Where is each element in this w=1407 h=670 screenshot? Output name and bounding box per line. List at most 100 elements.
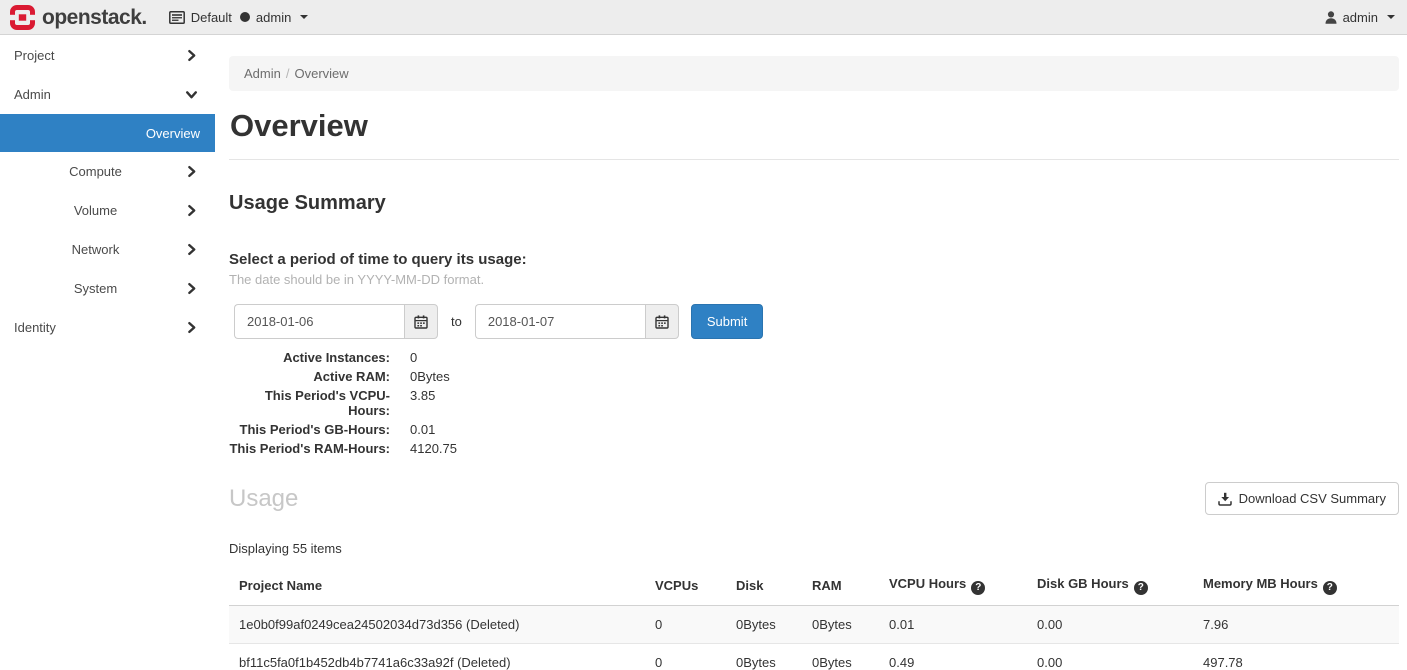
chevron-right-icon	[185, 243, 198, 256]
sidebar-item-overview[interactable]: Overview	[0, 114, 215, 152]
cell-vcpu-hours: 0.49	[879, 643, 1027, 670]
cell-memory-mb-hours: 497.78	[1193, 643, 1399, 670]
sidebar-item-project[interactable]: Project	[0, 36, 215, 75]
sidebar-item-system[interactable]: System	[0, 269, 215, 308]
col-header-ram[interactable]: RAM	[802, 566, 879, 605]
chevron-right-icon	[185, 282, 198, 295]
calendar-icon	[414, 315, 428, 329]
cell-disk: 0Bytes	[726, 643, 802, 670]
calendar-icon	[655, 315, 669, 329]
cell-disk: 0Bytes	[726, 605, 802, 643]
caret-down-icon	[300, 15, 308, 19]
usage-summary-heading: Usage Summary	[229, 192, 1399, 215]
download-icon	[1218, 492, 1232, 506]
stat-value: 0Bytes	[410, 369, 1399, 384]
breadcrumb-current: Overview	[294, 66, 348, 81]
stat-value: 0	[410, 350, 1399, 365]
help-icon[interactable]	[971, 581, 985, 595]
table-header-row: Project Name VCPUs Disk RAM VCPU Hours D…	[229, 566, 1399, 605]
cell-memory-mb-hours: 7.96	[1193, 605, 1399, 643]
chevron-right-icon	[185, 165, 198, 178]
chevron-down-icon	[185, 88, 198, 101]
domain-icon	[169, 11, 185, 24]
sidebar-item-label: Compute	[69, 164, 122, 179]
to-label: to	[451, 314, 462, 329]
cell-disk-gb-hours: 0.00	[1027, 605, 1193, 643]
cell-vcpus: 0	[645, 605, 726, 643]
project-icon	[240, 12, 250, 22]
usage-table: Project Name VCPUs Disk RAM VCPU Hours D…	[229, 566, 1399, 670]
date-from-group	[234, 304, 438, 339]
col-header-vcpus[interactable]: VCPUs	[645, 566, 726, 605]
user-icon	[1325, 11, 1337, 24]
cell-project-name: 1e0b0f99af0249cea24502034d73d356 (Delete…	[229, 605, 645, 643]
date-to-group	[475, 304, 679, 339]
sidebar-item-label: Network	[72, 242, 120, 257]
stat-value: 3.85	[410, 388, 1399, 418]
chevron-right-icon	[185, 321, 198, 334]
col-header-disk-gb-hours[interactable]: Disk GB Hours	[1027, 566, 1193, 605]
user-menu[interactable]: admin	[1325, 10, 1395, 25]
help-icon[interactable]	[1134, 581, 1148, 595]
sidebar-item-admin[interactable]: Admin	[0, 75, 215, 114]
cell-vcpu-hours: 0.01	[879, 605, 1027, 643]
submit-button[interactable]: Submit	[691, 304, 763, 339]
usage-summary-stats: Active Instances: 0 Active RAM: 0Bytes T…	[229, 350, 1399, 456]
date-from-input[interactable]	[234, 304, 404, 339]
sidebar-item-volume[interactable]: Volume	[0, 191, 215, 230]
items-count: Displaying 55 items	[229, 541, 1399, 556]
chevron-right-icon	[185, 204, 198, 217]
date-to-calendar-button[interactable]	[645, 304, 679, 339]
sidebar-item-label: System	[74, 281, 117, 296]
col-header-memory-mb-hours[interactable]: Memory MB Hours	[1193, 566, 1399, 605]
date-from-calendar-button[interactable]	[404, 304, 438, 339]
caret-down-icon	[1387, 15, 1395, 19]
stat-label: This Period's VCPU-Hours:	[229, 388, 390, 418]
usage-period-form: to	[234, 304, 1399, 339]
stat-value: 4120.75	[410, 441, 1399, 456]
main-content: Admin/Overview Overview Usage Summary Se…	[215, 35, 1407, 670]
sidebar-nav: Project Admin Overview Compute Volume	[0, 35, 215, 670]
brand-text: openstack.	[42, 7, 147, 28]
download-csv-label: Download CSV Summary	[1239, 491, 1386, 506]
table-row: 1e0b0f99af0249cea24502034d73d356 (Delete…	[229, 605, 1399, 643]
table-row: bf11c5fa0f1b452db4b7741a6c33a92f (Delete…	[229, 643, 1399, 670]
openstack-brand[interactable]: openstack.	[10, 5, 147, 30]
sidebar-item-label: Project	[14, 48, 54, 63]
context-switcher[interactable]: Default admin	[169, 10, 309, 25]
sidebar-item-network[interactable]: Network	[0, 230, 215, 269]
breadcrumb: Admin/Overview	[229, 56, 1399, 91]
col-header-project-name[interactable]: Project Name	[229, 566, 645, 605]
date-to-input[interactable]	[475, 304, 645, 339]
cell-ram: 0Bytes	[802, 605, 879, 643]
col-header-vcpu-hours[interactable]: VCPU Hours	[879, 566, 1027, 605]
sidebar-item-label: Volume	[74, 203, 117, 218]
page-title: Overview	[230, 108, 1399, 144]
project-label: admin	[256, 10, 291, 25]
stat-value: 0.01	[410, 422, 1399, 437]
domain-label: Default	[191, 10, 232, 25]
select-period-label: Select a period of time to query its usa…	[229, 251, 1399, 268]
cell-project-name: bf11c5fa0f1b452db4b7741a6c33a92f (Delete…	[229, 643, 645, 670]
chevron-right-icon	[185, 49, 198, 62]
stat-label: This Period's RAM-Hours:	[229, 441, 390, 456]
user-label: admin	[1343, 10, 1378, 25]
help-icon[interactable]	[1323, 581, 1337, 595]
breadcrumb-admin[interactable]: Admin	[244, 66, 281, 81]
usage-heading: Usage	[229, 485, 298, 513]
sidebar-item-compute[interactable]: Compute	[0, 152, 215, 191]
cell-ram: 0Bytes	[802, 643, 879, 670]
sidebar-item-label: Admin	[14, 87, 51, 102]
title-divider	[229, 159, 1399, 160]
download-csv-button[interactable]: Download CSV Summary	[1205, 482, 1399, 515]
sidebar-item-identity[interactable]: Identity	[0, 308, 215, 347]
cell-vcpus: 0	[645, 643, 726, 670]
sidebar-item-label: Overview	[146, 126, 200, 141]
cell-disk-gb-hours: 0.00	[1027, 643, 1193, 670]
stat-label: Active Instances:	[229, 350, 390, 365]
col-header-disk[interactable]: Disk	[726, 566, 802, 605]
date-format-hint: The date should be in YYYY-MM-DD format.	[229, 272, 1399, 287]
stat-label: This Period's GB-Hours:	[229, 422, 390, 437]
usage-section-header: Usage Download CSV Summary	[229, 482, 1399, 515]
openstack-logo-icon	[10, 5, 35, 30]
